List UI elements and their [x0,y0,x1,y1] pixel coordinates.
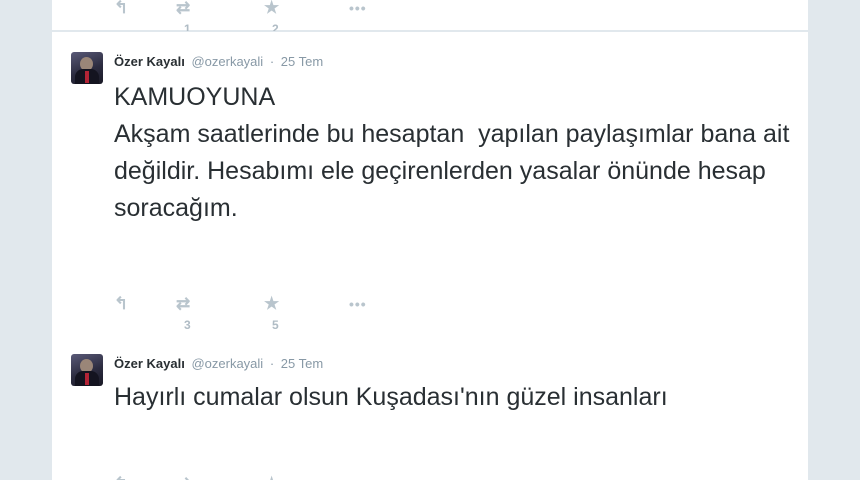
reply-icon: ↰ [114,0,129,17]
tweet[interactable]: Özer Kayalı @ozerkayali · 25 Tem Hayırlı… [52,334,808,480]
favorite-count: 5 [272,318,279,332]
reply-icon: ↰ [114,294,129,313]
separator: · [269,54,275,69]
previous-tweet[interactable]: ↰ ⇄ 1 ★ 2 ••• [52,0,808,36]
retweet-icon: ⇄ [176,0,191,17]
reply-button[interactable]: ↰ [114,294,128,314]
user-handle[interactable]: @ozerkayali [191,356,263,371]
reply-button[interactable]: ↰ [114,0,128,18]
retweet-icon: ⇄ [176,474,190,480]
favorite-button[interactable]: ★ [264,474,279,480]
retweet-count: 3 [184,318,191,332]
user-name[interactable]: Özer Kayalı [114,54,185,69]
retweet-button[interactable]: ⇄ 3 [176,294,191,332]
tweet[interactable]: Özer Kayalı @ozerkayali · 25 Tem KAMUOYU… [52,31,808,335]
star-icon: ★ [264,474,279,480]
tweet-date[interactable]: 25 Tem [281,54,323,69]
more-icon: ••• [349,296,367,312]
reply-button[interactable]: ↰ [114,474,128,480]
avatar[interactable] [71,354,103,386]
tweet-date[interactable]: 25 Tem [281,356,323,371]
retweet-button[interactable]: ⇄ 1 [176,0,191,36]
favorite-button[interactable]: ★ 2 [264,0,280,36]
favorite-button[interactable]: ★ 5 [264,294,280,332]
retweet-icon: ⇄ [176,294,191,313]
avatar-tie [85,373,89,385]
reply-icon: ↰ [114,474,128,480]
more-button[interactable]: ••• [349,0,367,18]
user-handle[interactable]: @ozerkayali [191,54,263,69]
star-icon: ★ [264,0,280,17]
more-button[interactable]: ••• [349,294,367,314]
star-icon: ★ [264,294,280,313]
user-name[interactable]: Özer Kayalı [114,356,185,371]
tweet-text: KAMUOYUNA Akşam saatlerinde bu hesaptan … [114,83,790,222]
more-icon: ••• [349,0,367,16]
separator: · [269,356,275,371]
avatar-tie [85,71,89,83]
tweet-header: Özer Kayalı @ozerkayali · 25 Tem [114,355,323,373]
tweet-header: Özer Kayalı @ozerkayali · 25 Tem [114,53,323,71]
tweet-text: Hayırlı cumalar olsun Kuşadası'nın güzel… [114,383,668,411]
timeline-stream: ↰ ⇄ 1 ★ 2 ••• Özer Kayalı @ozerkayali · [52,0,808,480]
retweet-button[interactable]: ⇄ [176,474,190,480]
avatar[interactable] [71,52,103,84]
